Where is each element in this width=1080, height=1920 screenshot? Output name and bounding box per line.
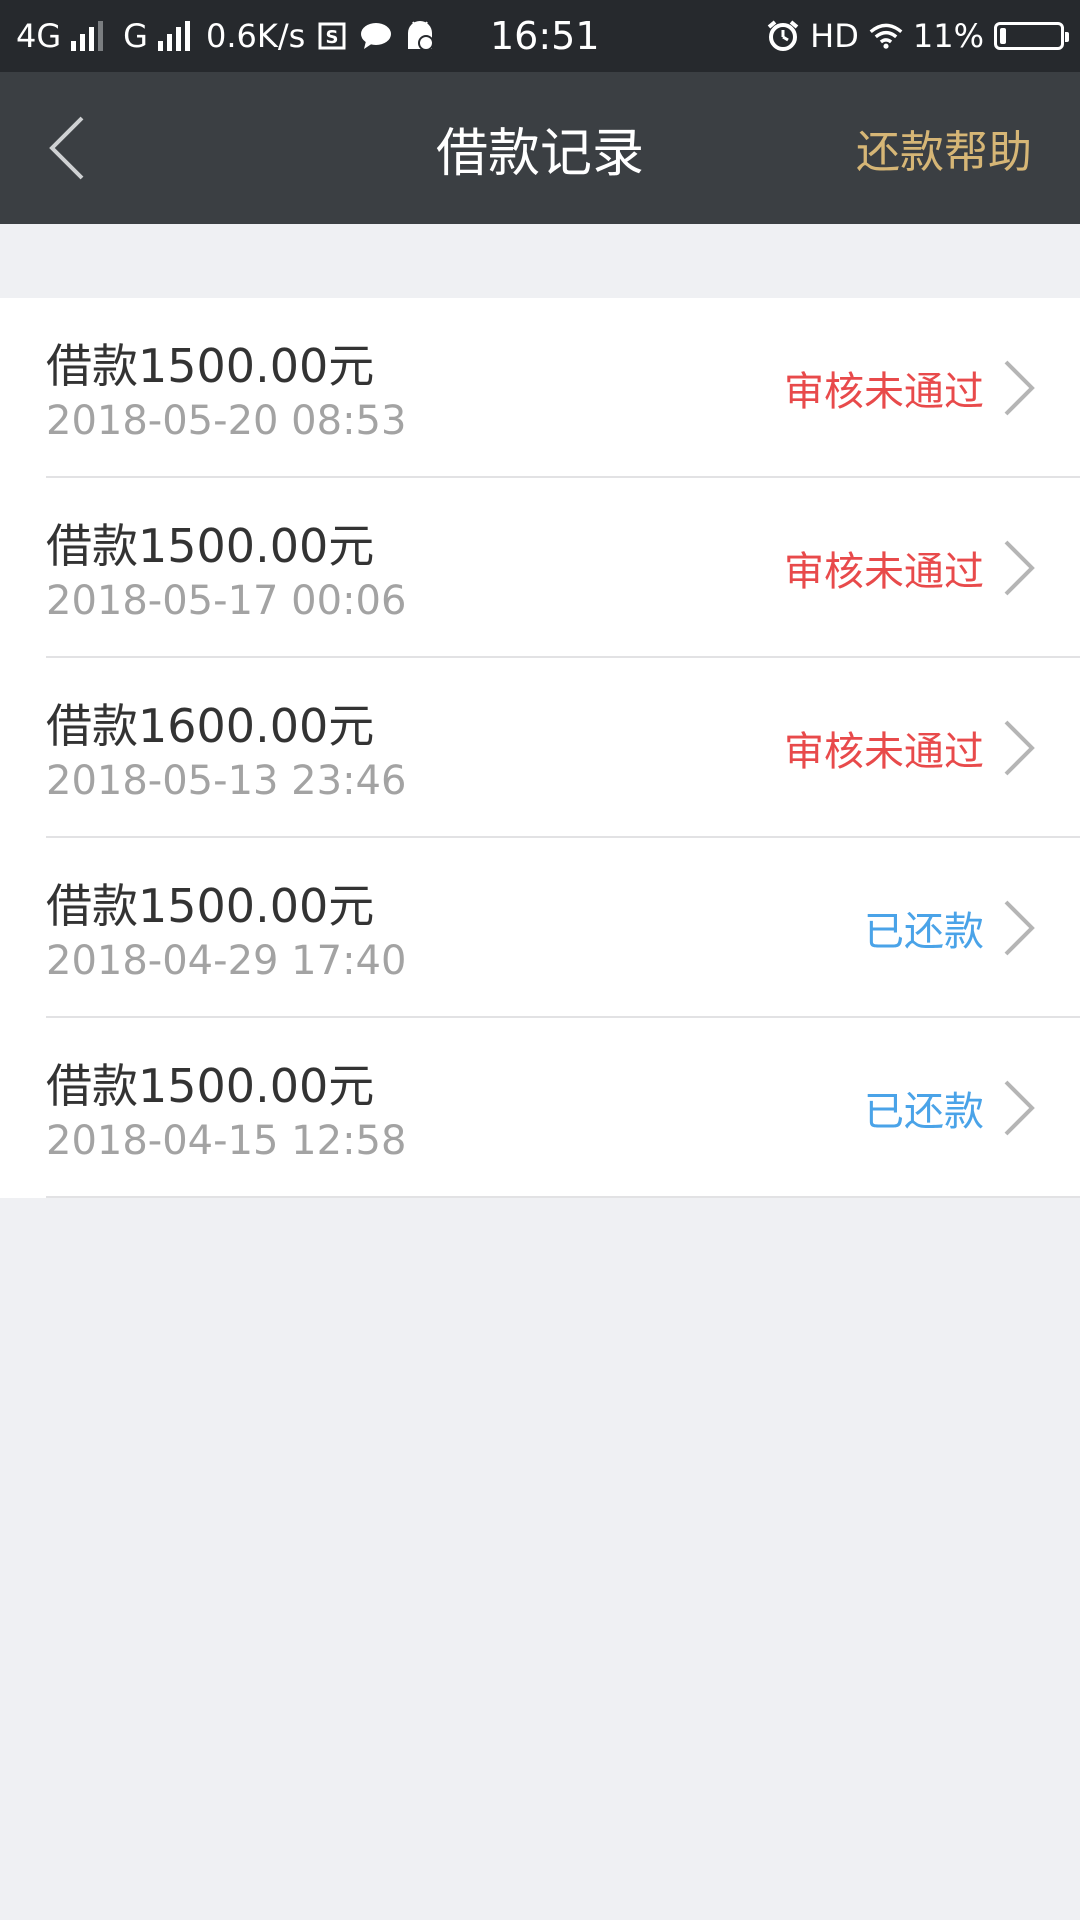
record-amount: 借款1500.00元 [46,519,375,573]
record-time: 2018-05-13 23:46 [46,758,407,804]
battery-percent: 11% [912,17,984,55]
chevron-right-icon [1004,540,1035,596]
chevron-right-icon [1004,720,1035,776]
record-amount: 借款1600.00元 [46,699,375,753]
status-bar: 4G G 0.6K/s S 16:51 HD 11% [0,0,1080,72]
chevron-right-icon [1004,1080,1035,1136]
record-row[interactable]: 借款1500.00元 2018-05-17 00:06 审核未通过 [0,478,1080,658]
svg-text:S: S [326,27,339,48]
record-row[interactable]: 借款1500.00元 2018-05-20 08:53 审核未通过 [0,298,1080,478]
network-g-label: G [123,17,148,55]
signal-icon [71,21,104,51]
record-time: 2018-05-17 00:06 [46,578,407,624]
row-divider [46,1196,1080,1198]
record-status: 审核未通过 [784,369,984,415]
android-icon [403,19,437,53]
record-row[interactable]: 借款1500.00元 2018-04-15 12:58 已还款 [0,1018,1080,1198]
record-amount: 借款1500.00元 [46,1059,375,1113]
chevron-right-icon [1004,900,1035,956]
record-time: 2018-04-15 12:58 [46,1118,407,1164]
record-time: 2018-05-20 08:53 [46,398,407,444]
record-amount: 借款1500.00元 [46,879,375,933]
network-4g-label: 4G [16,17,62,55]
back-button[interactable] [28,108,108,188]
chevron-left-icon [49,116,84,180]
record-status: 已还款 [864,909,984,955]
loan-record-list: 借款1500.00元 2018-05-20 08:53 审核未通过 借款1500… [0,298,1080,1198]
status-right: HD 11% [766,0,1069,72]
record-status: 审核未通过 [784,729,984,775]
record-row[interactable]: 借款1600.00元 2018-05-13 23:46 审核未通过 [0,658,1080,838]
wifi-icon [869,19,903,53]
nav-bar: 借款记录 还款帮助 [0,72,1080,224]
battery-fill [1000,28,1006,44]
hd-label: HD [810,17,859,55]
record-amount: 借款1500.00元 [46,339,375,393]
battery-icon [994,22,1069,50]
sim-s-icon: S [315,19,349,53]
record-time: 2018-04-29 17:40 [46,938,407,984]
chevron-right-icon [1004,360,1035,416]
repay-help-button[interactable]: 还款帮助 [856,72,1032,224]
alarm-icon [766,19,800,53]
status-left: 4G G 0.6K/s S [16,0,437,72]
signal-icon-2 [157,21,190,51]
record-status: 审核未通过 [784,549,984,595]
record-row[interactable]: 借款1500.00元 2018-04-29 17:40 已还款 [0,838,1080,1018]
network-speed: 0.6K/s [205,17,306,55]
record-status: 已还款 [864,1089,984,1135]
chat-bubble-icon [359,19,393,53]
status-clock: 16:51 [490,14,600,58]
